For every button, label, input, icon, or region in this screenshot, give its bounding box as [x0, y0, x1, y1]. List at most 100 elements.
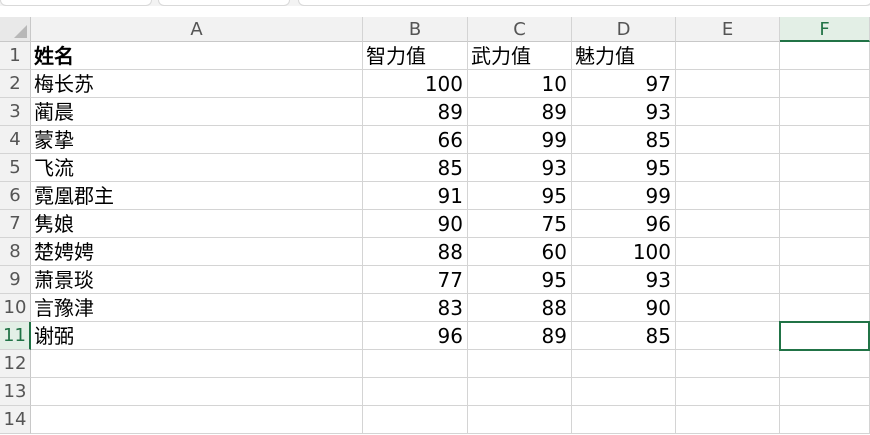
sheet-tab-stub[interactable] — [158, 0, 290, 6]
cell-f9[interactable] — [780, 266, 870, 294]
cell-c12[interactable] — [468, 350, 572, 378]
cell-a7[interactable]: 隽娘 — [31, 210, 363, 238]
row-header[interactable]: 4 — [0, 126, 31, 154]
cell-b11[interactable]: 96 — [363, 322, 468, 350]
cell-f14[interactable] — [780, 406, 870, 434]
cell-a8[interactable]: 楚娉娉 — [31, 238, 363, 266]
cell-a6[interactable]: 霓凰郡主 — [31, 182, 363, 210]
row-header[interactable]: 14 — [0, 406, 31, 434]
cell-d10[interactable]: 90 — [572, 294, 676, 322]
cell-a3[interactable]: 蔺晨 — [31, 98, 363, 126]
cell-c7[interactable]: 75 — [468, 210, 572, 238]
sheet-tab-stub[interactable] — [298, 0, 870, 6]
cell-c3[interactable]: 89 — [468, 98, 572, 126]
active-cell-f11[interactable] — [779, 321, 870, 351]
row-header[interactable]: 3 — [0, 98, 31, 126]
cell-a1[interactable]: 姓名 — [31, 42, 363, 70]
cell-d6[interactable]: 99 — [572, 182, 676, 210]
cell-f2[interactable] — [780, 70, 870, 98]
cell-d2[interactable]: 97 — [572, 70, 676, 98]
column-header-a[interactable]: A — [31, 17, 363, 42]
cell-d7[interactable]: 96 — [572, 210, 676, 238]
cell-b12[interactable] — [363, 350, 468, 378]
cell-c5[interactable]: 93 — [468, 154, 572, 182]
cell-d11[interactable]: 85 — [572, 322, 676, 350]
cell-f3[interactable] — [780, 98, 870, 126]
cell-c10[interactable]: 88 — [468, 294, 572, 322]
cell-c8[interactable]: 60 — [468, 238, 572, 266]
cell-b9[interactable]: 77 — [363, 266, 468, 294]
cell-b5[interactable]: 85 — [363, 154, 468, 182]
column-header-c[interactable]: C — [468, 17, 572, 42]
cell-b2[interactable]: 100 — [363, 70, 468, 98]
cell-f1[interactable] — [780, 42, 870, 70]
select-all-corner[interactable] — [0, 17, 31, 42]
cell-b7[interactable]: 90 — [363, 210, 468, 238]
cell-b4[interactable]: 66 — [363, 126, 468, 154]
cell-b8[interactable]: 88 — [363, 238, 468, 266]
row-header[interactable]: 1 — [0, 42, 31, 70]
cell-e5[interactable] — [676, 154, 780, 182]
cell-e3[interactable] — [676, 98, 780, 126]
cell-d3[interactable]: 93 — [572, 98, 676, 126]
row-header[interactable]: 2 — [0, 70, 31, 98]
cell-e6[interactable] — [676, 182, 780, 210]
cell-e8[interactable] — [676, 238, 780, 266]
row-header[interactable]: 5 — [0, 154, 31, 182]
cell-b13[interactable] — [363, 378, 468, 406]
cell-f5[interactable] — [780, 154, 870, 182]
cell-b3[interactable]: 89 — [363, 98, 468, 126]
row-header[interactable]: 7 — [0, 210, 31, 238]
cell-c11[interactable]: 89 — [468, 322, 572, 350]
cell-d5[interactable]: 95 — [572, 154, 676, 182]
cell-d14[interactable] — [572, 406, 676, 434]
cell-e13[interactable] — [676, 378, 780, 406]
cell-e4[interactable] — [676, 126, 780, 154]
row-header[interactable]: 13 — [0, 378, 31, 406]
cell-e1[interactable] — [676, 42, 780, 70]
cell-c9[interactable]: 95 — [468, 266, 572, 294]
row-header[interactable]: 9 — [0, 266, 31, 294]
cell-f6[interactable] — [780, 182, 870, 210]
cell-e11[interactable] — [676, 322, 780, 350]
cell-a2[interactable]: 梅长苏 — [31, 70, 363, 98]
cell-d13[interactable] — [572, 378, 676, 406]
cell-e9[interactable] — [676, 266, 780, 294]
cell-f8[interactable] — [780, 238, 870, 266]
cell-a14[interactable] — [31, 406, 363, 434]
cell-a11[interactable]: 谢弼 — [31, 322, 363, 350]
cell-d8[interactable]: 100 — [572, 238, 676, 266]
cell-d1[interactable]: 魅力值 — [572, 42, 676, 70]
cell-c13[interactable] — [468, 378, 572, 406]
cell-b1[interactable]: 智力值 — [363, 42, 468, 70]
cell-c14[interactable] — [468, 406, 572, 434]
cell-a4[interactable]: 蒙挚 — [31, 126, 363, 154]
cell-e2[interactable] — [676, 70, 780, 98]
cell-b10[interactable]: 83 — [363, 294, 468, 322]
cell-c2[interactable]: 10 — [468, 70, 572, 98]
cell-e7[interactable] — [676, 210, 780, 238]
cell-b6[interactable]: 91 — [363, 182, 468, 210]
row-header[interactable]: 10 — [0, 294, 31, 322]
cell-f12[interactable] — [780, 350, 870, 378]
cell-c6[interactable]: 95 — [468, 182, 572, 210]
cell-e12[interactable] — [676, 350, 780, 378]
row-header[interactable]: 6 — [0, 182, 31, 210]
cell-b14[interactable] — [363, 406, 468, 434]
cell-e10[interactable] — [676, 294, 780, 322]
cell-e14[interactable] — [676, 406, 780, 434]
cell-c1[interactable]: 武力值 — [468, 42, 572, 70]
column-header-b[interactable]: B — [363, 17, 468, 42]
row-header[interactable]: 12 — [0, 350, 31, 378]
cell-a10[interactable]: 言豫津 — [31, 294, 363, 322]
cell-f4[interactable] — [780, 126, 870, 154]
column-header-d[interactable]: D — [572, 17, 676, 42]
cell-a12[interactable] — [31, 350, 363, 378]
row-header[interactable]: 8 — [0, 238, 31, 266]
cell-c4[interactable]: 99 — [468, 126, 572, 154]
cell-a9[interactable]: 萧景琰 — [31, 266, 363, 294]
column-header-f[interactable]: F — [780, 17, 870, 42]
cell-a5[interactable]: 飞流 — [31, 154, 363, 182]
cell-f7[interactable] — [780, 210, 870, 238]
cell-d9[interactable]: 93 — [572, 266, 676, 294]
